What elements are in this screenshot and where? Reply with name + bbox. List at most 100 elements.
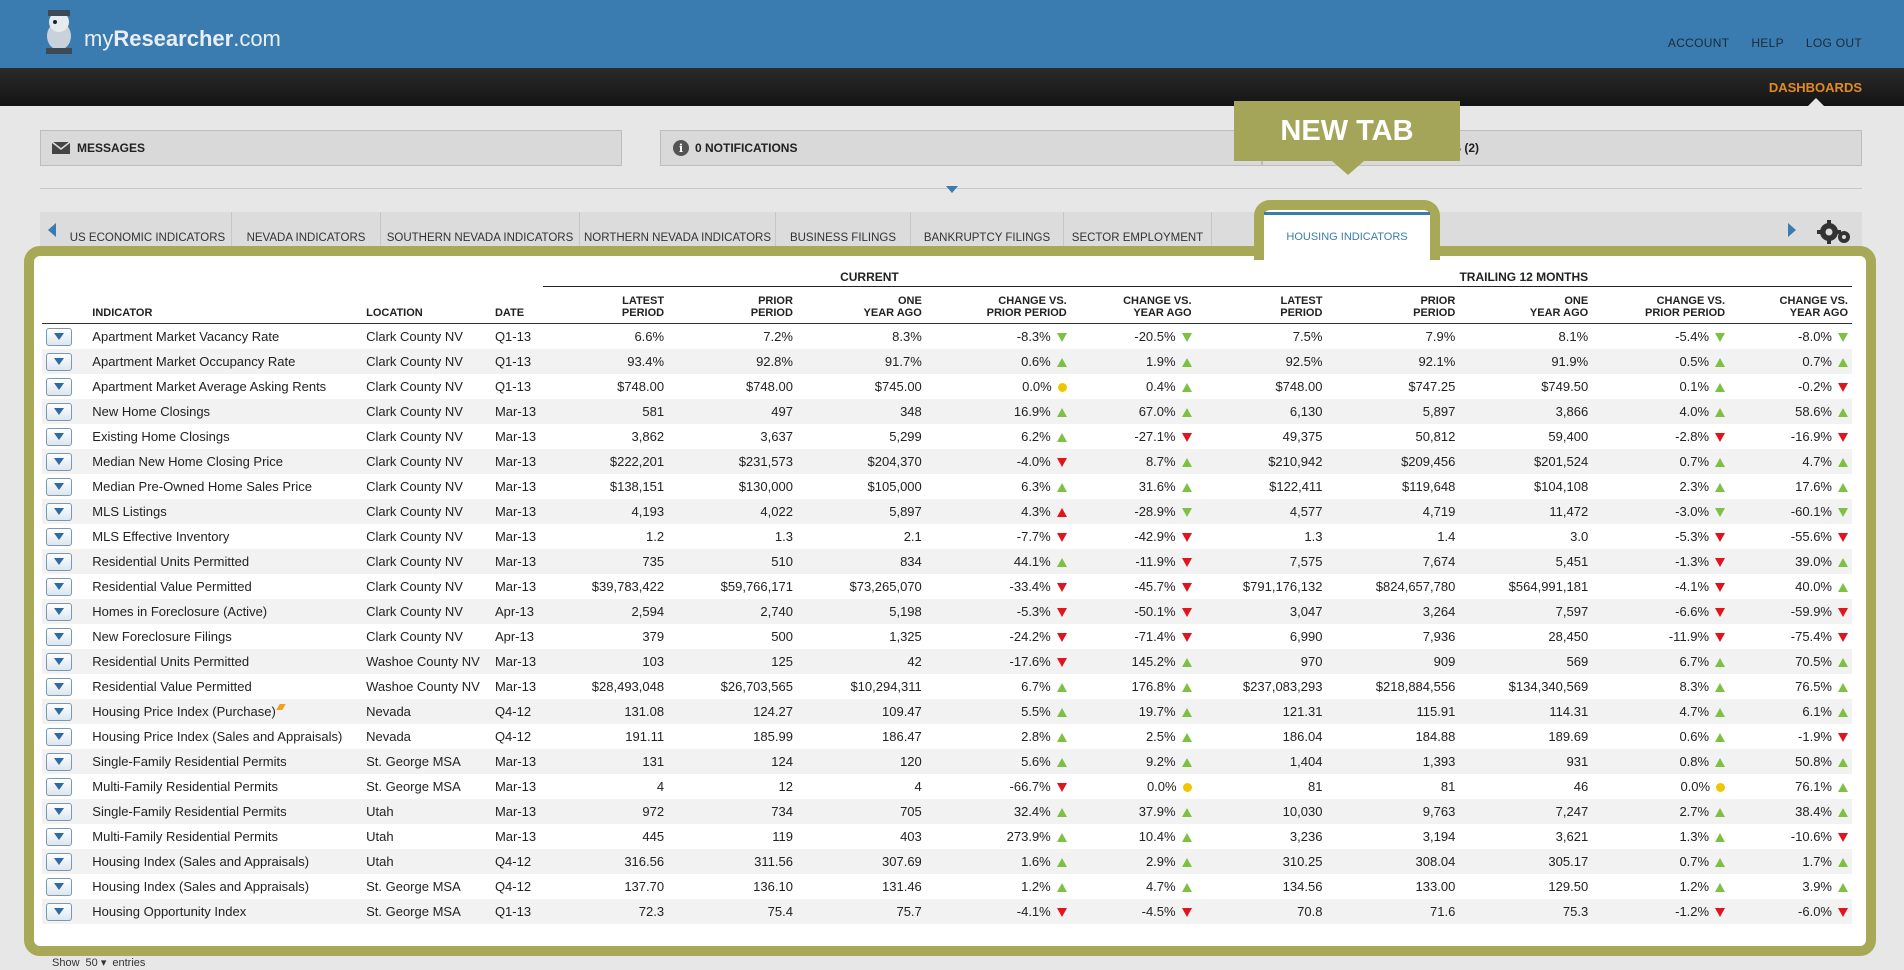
tab-southern-nevada-indicators[interactable]: SOUTHERN NEVADA INDICATORS (381, 212, 580, 248)
table-row[interactable]: Single-Family Residential Permits St. Geo… (42, 749, 1852, 774)
col-location[interactable]: LOCATION (362, 286, 491, 324)
row-menu-button[interactable] (46, 877, 72, 896)
row-menu-button[interactable] (46, 377, 72, 396)
tab-us-economic-indicators[interactable]: US ECONOMIC INDICATORS (64, 212, 232, 248)
table-row[interactable]: Housing Price Index (Purchase) Nevada Q4-1… (42, 699, 1852, 724)
table-row[interactable]: Existing Home Closings Clark County NV Mar… (42, 424, 1852, 449)
indicator-cell[interactable]: Residential Units Permitted (88, 549, 362, 574)
indicator-cell[interactable]: MLS Effective Inventory (88, 524, 362, 549)
indicator-cell[interactable]: Housing Index (Sales and Appraisals) (88, 849, 362, 874)
messages-panel[interactable]: MESSAGES (40, 130, 622, 166)
tab-business-filings[interactable]: BUSINESS FILINGS (776, 212, 911, 248)
tab-scroll-right-icon[interactable] (1780, 212, 1804, 248)
row-menu-button[interactable] (46, 627, 72, 646)
table-row[interactable]: Housing Index (Sales and Appraisals) Utah… (42, 849, 1852, 874)
table-row[interactable]: Median New Home Closing Price Clark Count… (42, 449, 1852, 474)
indicator-cell[interactable]: Multi-Family Residential Permits (88, 824, 362, 849)
col-trailing-change-prior[interactable]: CHANGE VS. PRIOR PERIOD (1592, 286, 1730, 324)
row-menu-button[interactable] (46, 602, 72, 621)
row-menu-button[interactable] (46, 852, 72, 871)
notifications-panel[interactable]: i 0 NOTIFICATIONS (660, 130, 1262, 166)
indicator-cell[interactable]: Multi-Family Residential Permits (88, 774, 362, 799)
col-date[interactable]: DATE (490, 286, 544, 324)
indicator-cell[interactable]: New Foreclosure Filings (88, 624, 362, 649)
table-row[interactable]: Apartment Market Average Asking Rents Cla… (42, 374, 1852, 399)
indicator-cell[interactable]: Housing Opportunity Index (88, 899, 362, 924)
indicator-cell[interactable]: Homes in Foreclosure (Active) (88, 599, 362, 624)
table-row[interactable]: Multi-Family Residential Permits Utah Mar-… (42, 824, 1852, 849)
row-menu-button[interactable] (46, 577, 72, 596)
page-size-select[interactable]: 50 ▾ (86, 956, 107, 969)
indicator-cell[interactable]: Single-Family Residential Permits (88, 749, 362, 774)
col-current-prior[interactable]: PRIOR PERIOD (668, 286, 797, 324)
row-menu-button[interactable] (46, 527, 72, 546)
row-menu-button[interactable] (46, 352, 72, 371)
table-row[interactable]: Apartment Market Vacancy Rate Clark Count… (42, 324, 1852, 350)
row-menu-button[interactable] (46, 902, 72, 921)
row-menu-button[interactable] (46, 777, 72, 796)
tab-scroll-left-icon[interactable] (40, 212, 64, 248)
table-row[interactable]: New Home Closings Clark County NV Mar-13 58… (42, 399, 1852, 424)
table-row[interactable]: MLS Listings Clark County NV Mar-13 4,193 4,… (42, 499, 1852, 524)
row-menu-button[interactable] (46, 652, 72, 671)
row-menu-button[interactable] (46, 752, 72, 771)
indicator-cell[interactable]: Median New Home Closing Price (88, 449, 362, 474)
col-trailing-prior[interactable]: PRIOR PERIOD (1326, 286, 1460, 324)
table-row[interactable]: Homes in Foreclosure (Active) Clark Count… (42, 599, 1852, 624)
indicator-cell[interactable]: Housing Price Index (Sales and Appraisal… (88, 724, 362, 749)
tab-nevada-indicators[interactable]: NEVADA INDICATORS (232, 212, 381, 248)
table-row[interactable]: Residential Value Permitted Washoe County… (42, 674, 1852, 699)
table-row[interactable]: Housing Index (Sales and Appraisals) St. … (42, 874, 1852, 899)
indicator-cell[interactable]: Apartment Market Vacancy Rate (88, 324, 362, 350)
dashboards-link[interactable]: DASHBOARDS (1769, 80, 1862, 95)
table-row[interactable]: Residential Value Permitted Clark County … (42, 574, 1852, 599)
col-trailing-latest[interactable]: LATEST PERIOD (1195, 286, 1327, 324)
gear-icon[interactable] (1816, 218, 1852, 246)
tab-sector-employment[interactable]: SECTOR EMPLOYMENT (1064, 212, 1212, 248)
col-current-one-year[interactable]: ONE YEAR AGO (796, 286, 926, 324)
indicator-cell[interactable]: New Home Closings (88, 399, 362, 424)
row-menu-button[interactable] (46, 502, 72, 521)
tab-northern-nevada-indicators[interactable]: NORTHERN NEVADA INDICATORS (580, 212, 776, 248)
row-menu-button[interactable] (46, 552, 72, 571)
tab-housing-indicators[interactable]: HOUSING INDICATORS (1264, 212, 1430, 258)
row-menu-button[interactable] (46, 827, 72, 846)
logout-link[interactable]: LOG OUT (1806, 36, 1862, 50)
row-menu-button[interactable] (46, 802, 72, 821)
note-flag-icon[interactable] (276, 704, 286, 710)
row-menu-button[interactable] (46, 402, 72, 421)
row-menu-button[interactable] (46, 452, 72, 471)
row-menu-button[interactable] (46, 702, 72, 721)
table-row[interactable]: Residential Units Permitted Clark County … (42, 549, 1852, 574)
table-row[interactable]: Housing Opportunity Index St. George MSA Q… (42, 899, 1852, 924)
indicator-cell[interactable]: Single-Family Residential Permits (88, 799, 362, 824)
indicator-cell[interactable]: Residential Value Permitted (88, 674, 362, 699)
table-row[interactable]: Multi-Family Residential Permits St. Geor… (42, 774, 1852, 799)
indicator-cell[interactable]: Residential Value Permitted (88, 574, 362, 599)
row-menu-button[interactable] (46, 477, 72, 496)
table-row[interactable]: Median Pre-Owned Home Sales Price Clark C… (42, 474, 1852, 499)
help-link[interactable]: HELP (1751, 36, 1784, 50)
table-row[interactable]: Single-Family Residential Permits Utah Mar… (42, 799, 1852, 824)
indicator-cell[interactable]: Apartment Market Occupancy Rate (88, 349, 362, 374)
col-current-change-prior[interactable]: CHANGE VS. PRIOR PERIOD (925, 286, 1071, 324)
collapse-toggle-icon[interactable] (946, 186, 958, 193)
indicator-cell[interactable]: Existing Home Closings (88, 424, 362, 449)
table-row[interactable]: Housing Price Index (Sales and Appraisal… (42, 724, 1852, 749)
col-trailing-one-year[interactable]: ONE YEAR AGO (1459, 286, 1593, 324)
indicator-cell[interactable]: Housing Price Index (Purchase) (88, 699, 362, 724)
table-row[interactable]: New Foreclosure Filings Clark County NV Ap… (42, 624, 1852, 649)
table-row[interactable]: Apartment Market Occupancy Rate Clark Cou… (42, 349, 1852, 374)
row-menu-button[interactable] (46, 327, 72, 346)
row-menu-button[interactable] (46, 677, 72, 696)
indicator-cell[interactable]: Housing Index (Sales and Appraisals) (88, 874, 362, 899)
indicator-cell[interactable]: MLS Listings (88, 499, 362, 524)
col-current-latest[interactable]: LATEST PERIOD (543, 286, 669, 324)
account-link[interactable]: ACCOUNT (1668, 36, 1729, 50)
row-menu-button[interactable] (46, 427, 72, 446)
col-trailing-change-year[interactable]: CHANGE VS. YEAR AGO (1729, 286, 1852, 324)
table-row[interactable]: Residential Units Permitted Washoe County… (42, 649, 1852, 674)
col-current-change-year[interactable]: CHANGE VS. YEAR AGO (1070, 286, 1196, 324)
table-row[interactable]: MLS Effective Inventory Clark County NV Ma… (42, 524, 1852, 549)
tab-bankruptcy-filings[interactable]: BANKRUPTCY FILINGS (911, 212, 1064, 248)
